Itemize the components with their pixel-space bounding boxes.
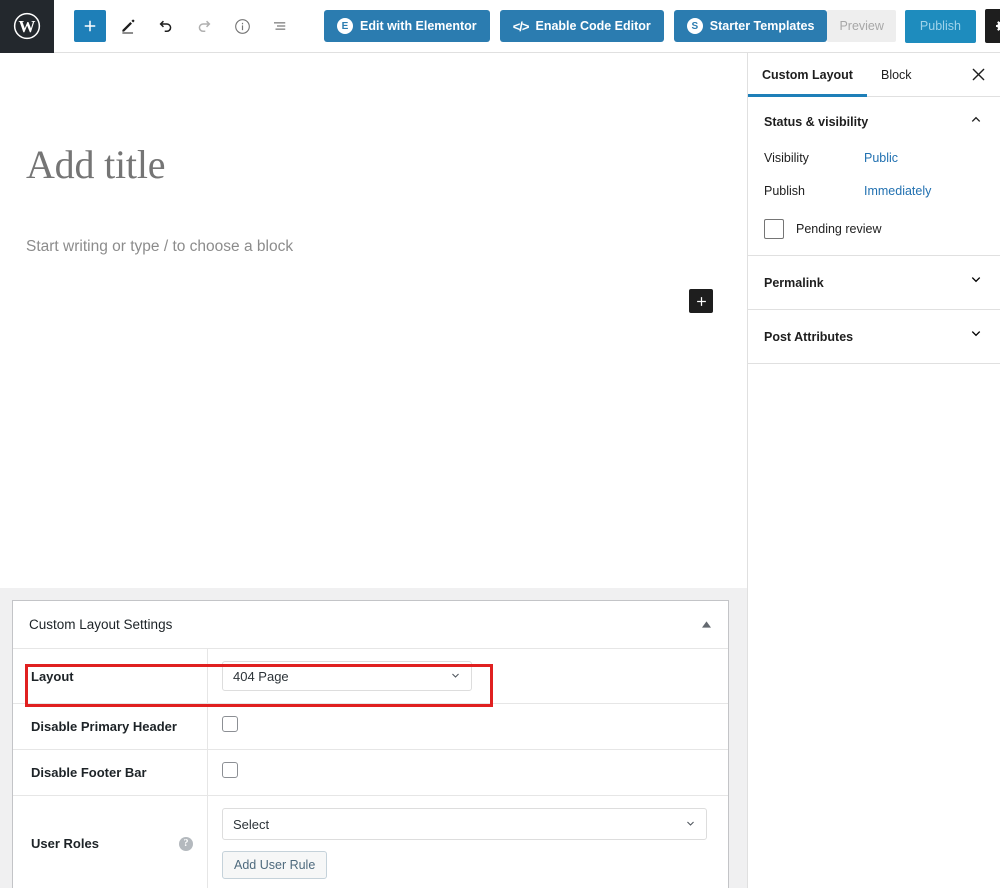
triangle-up-icon[interactable] [696, 615, 716, 635]
block-inserter-icon[interactable] [689, 289, 713, 313]
metabox-row-layout: Layout 404 Page [13, 649, 728, 704]
enable-code-editor-button[interactable]: </> Enable Code Editor [499, 10, 664, 42]
toolbar-right-group: Preview Publish [827, 9, 1000, 43]
tab-block[interactable]: Block [867, 53, 926, 96]
tools-pencil-icon[interactable] [112, 10, 144, 42]
post-attributes-panel-title: Post Attributes [764, 329, 854, 344]
preview-button[interactable]: Preview [827, 10, 896, 42]
redo-icon [188, 10, 220, 42]
layout-label-text: Layout [31, 668, 74, 684]
metabox-title: Custom Layout Settings [29, 617, 173, 632]
visibility-label: Visibility [764, 151, 809, 165]
disable-primary-header-label-text: Disable Primary Header [31, 719, 177, 734]
user-roles-select[interactable]: Select [222, 808, 707, 840]
chevron-down-icon [684, 818, 697, 831]
layout-label: Layout [13, 649, 208, 703]
svg-text:W: W [19, 17, 36, 36]
starter-templates-icon: S [686, 18, 703, 34]
close-icon[interactable] [956, 53, 1000, 96]
post-title-input[interactable]: Add title [26, 141, 165, 188]
publish-value-button[interactable]: Immediately [864, 184, 931, 198]
permalink-panel-header[interactable]: Permalink [748, 256, 1000, 310]
pending-review-label: Pending review [796, 222, 882, 236]
add-block-icon[interactable] [74, 10, 106, 42]
elementor-icon: E [337, 18, 353, 34]
disable-primary-header-checkbox[interactable] [222, 716, 238, 732]
status-panel-title: Status & visibility [764, 114, 869, 129]
list-view-icon[interactable] [264, 10, 296, 42]
publish-row: Publish Immediately [764, 184, 984, 198]
publish-button[interactable]: Publish [904, 9, 976, 43]
post-attributes-panel-header[interactable]: Post Attributes [748, 310, 1000, 364]
help-question-icon[interactable]: ? [179, 836, 193, 851]
disable-primary-header-field [208, 704, 728, 749]
user-roles-label: User Roles ? [13, 796, 208, 888]
chevron-down-icon[interactable] [968, 326, 984, 347]
enable-code-editor-label: Enable Code Editor [535, 19, 651, 33]
metabox-row-disable-primary-header: Disable Primary Header [13, 704, 728, 750]
add-user-rule-label: Add User Rule [234, 858, 316, 872]
metabox-row-user-roles: User Roles ? Select Add User Rule [13, 796, 728, 888]
status-and-visibility-panel: Status & visibility Visibility Public Pu… [748, 97, 1000, 256]
user-roles-label-text: User Roles [31, 836, 99, 851]
disable-primary-header-label: Disable Primary Header [13, 704, 208, 749]
visibility-row: Visibility Public [764, 151, 984, 165]
paragraph-block-placeholder[interactable]: Start writing or type / to choose a bloc… [26, 238, 293, 256]
disable-footer-bar-field [208, 750, 728, 795]
preview-label: Preview [839, 19, 884, 33]
editor-toolbar: W E Edit with Elementor </> Enable Code … [0, 0, 1000, 53]
chevron-down-icon[interactable] [968, 272, 984, 293]
layout-select[interactable]: 404 Page [222, 661, 472, 691]
starter-templates-button[interactable]: S Starter Templates [673, 10, 828, 42]
metabox-row-disable-footer-bar: Disable Footer Bar [13, 750, 728, 796]
publish-label: Publish [919, 19, 961, 33]
chevron-up-icon[interactable] [968, 111, 984, 132]
layout-select-value: 404 Page [233, 668, 289, 684]
status-panel-header[interactable]: Status & visibility [764, 111, 984, 132]
pending-review-row: Pending review [764, 219, 984, 239]
publish-label: Publish [764, 184, 805, 198]
layout-field: 404 Page [208, 649, 728, 703]
wordpress-block-editor: W E Edit with Elementor </> Enable Code … [0, 0, 1000, 888]
disable-footer-bar-checkbox[interactable] [222, 762, 238, 778]
metabox-area: Custom Layout Settings Layout 404 Page D… [0, 588, 747, 888]
info-icon[interactable] [226, 10, 258, 42]
custom-layout-settings-metabox: Custom Layout Settings Layout 404 Page D… [12, 600, 729, 888]
metabox-header[interactable]: Custom Layout Settings [13, 601, 728, 649]
undo-icon[interactable] [150, 10, 182, 42]
sidebar-tabs: Custom Layout Block [748, 53, 1000, 97]
gear-icon[interactable] [984, 9, 1000, 43]
add-user-rule-button[interactable]: Add User Rule [222, 851, 328, 879]
wordpress-logo-icon[interactable]: W [0, 0, 54, 53]
tab-custom-layout[interactable]: Custom Layout [748, 53, 867, 97]
edit-with-elementor-label: Edit with Elementor [360, 19, 477, 33]
permalink-panel-title: Permalink [764, 275, 824, 290]
tab-custom-layout-label: Custom Layout [762, 67, 853, 82]
edit-with-elementor-button[interactable]: E Edit with Elementor [324, 10, 490, 42]
pending-review-checkbox[interactable] [764, 219, 784, 239]
toolbar-icon-group [74, 10, 296, 42]
user-roles-select-value: Select [233, 816, 270, 832]
settings-sidebar: Custom Layout Block Status & visibility … [747, 53, 1000, 888]
starter-templates-label: Starter Templates [709, 19, 815, 33]
chevron-down-icon [449, 670, 462, 683]
visibility-value-button[interactable]: Public [864, 151, 898, 165]
tab-block-label: Block [880, 67, 912, 82]
code-brackets-icon: </> [512, 18, 530, 34]
toolbar-action-buttons: E Edit with Elementor </> Enable Code Ed… [324, 10, 828, 42]
editor-canvas: Add title Start writing or type / to cho… [0, 53, 747, 588]
disable-footer-bar-label: Disable Footer Bar [13, 750, 208, 795]
user-roles-field: Select Add User Rule [208, 796, 728, 888]
disable-footer-bar-label-text: Disable Footer Bar [31, 765, 147, 780]
